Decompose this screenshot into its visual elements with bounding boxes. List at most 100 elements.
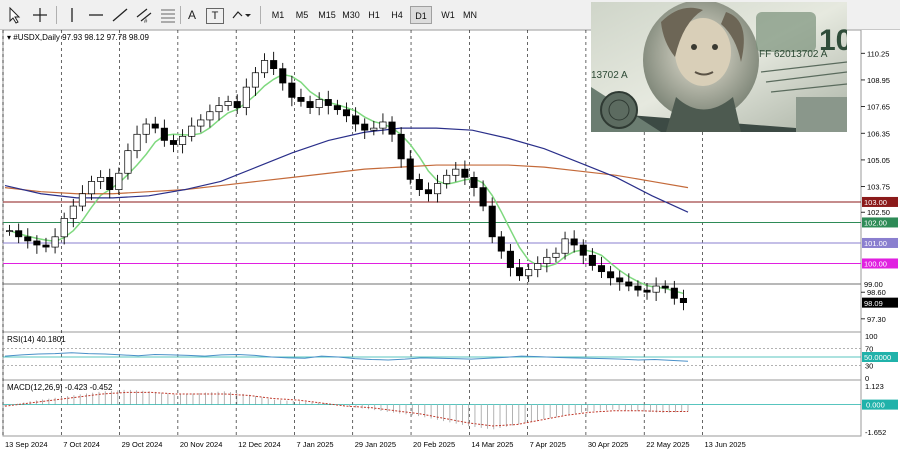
toolbar-separator	[180, 6, 181, 24]
time-axis-label: 20 Feb 2025	[413, 440, 455, 449]
timeframe-h1-button[interactable]: H1	[363, 6, 385, 24]
fibonacci-icon[interactable]	[158, 5, 178, 25]
candle-body	[342, 109, 351, 117]
candle-body	[60, 218, 68, 238]
macd-axis-label: 0.000	[866, 401, 885, 410]
candle-body	[288, 82, 296, 98]
time-axis-label: 14 Mar 2025	[471, 440, 513, 449]
candle-body	[552, 252, 560, 258]
candle-body	[315, 99, 323, 108]
serial-number-text-2: 13702 A	[591, 70, 628, 81]
candle-body	[461, 168, 469, 178]
candle-body	[406, 158, 414, 180]
macd-axis-label: 1.123	[865, 382, 884, 391]
candle-body	[33, 240, 41, 246]
rsi-label: RSI(14) 40.1801	[7, 335, 66, 344]
candle-body	[388, 121, 396, 135]
level-price-label: 100.00	[864, 260, 887, 269]
candle-body	[452, 168, 460, 176]
level-price-label: 101.00	[864, 239, 887, 248]
candle-body	[597, 265, 606, 273]
macd-axis-label: -1.652	[865, 428, 886, 437]
candle-body	[588, 254, 596, 266]
text-tool-icon[interactable]: A	[184, 5, 200, 25]
candle-body	[434, 183, 442, 195]
candle-body	[570, 238, 578, 246]
timeframe-w1-button[interactable]: W1	[436, 6, 460, 24]
candle-body	[579, 244, 587, 256]
symbol-ohlc: 97.93 98.12 97.78 98.09	[62, 33, 149, 42]
candle-body	[661, 285, 669, 289]
candle-body	[352, 115, 360, 125]
timeframe-mn-button[interactable]: MN	[458, 6, 482, 24]
candle-body	[97, 176, 105, 182]
candle-body	[261, 60, 269, 74]
candle-body	[124, 150, 132, 174]
crosshair-icon[interactable]	[30, 5, 50, 25]
level-price-label: 102.00	[864, 219, 887, 228]
price-axis-label: 102.50	[867, 208, 890, 217]
rsi-axis-label: 30	[865, 361, 873, 370]
equidistant-channel-icon[interactable]: #	[134, 5, 154, 25]
candle-body	[142, 123, 150, 135]
serial-number-text: FF 62013702 A	[759, 49, 828, 60]
candle-body	[78, 193, 86, 207]
cursor-icon[interactable]	[4, 5, 24, 25]
time-axis-label: 29 Oct 2024	[122, 440, 163, 449]
time-axis-label: 13 Jun 2025	[704, 440, 745, 449]
time-axis-label: 7 Jan 2025	[296, 440, 333, 449]
toolbar-separator	[56, 6, 57, 24]
vertical-line-icon[interactable]	[62, 5, 82, 25]
candle-body	[515, 267, 524, 277]
time-axis-label: 20 Nov 2024	[180, 440, 223, 449]
timeframe-m5-button[interactable]: M5	[290, 6, 314, 24]
price-axis-label: 107.65	[867, 103, 890, 112]
timeframe-m15-button[interactable]: M15	[313, 6, 341, 24]
candle-body	[625, 281, 633, 287]
candle-body	[534, 263, 542, 270]
timeframe-m1-button[interactable]: M1	[266, 6, 290, 24]
symbol-header: ▾ #USDX,Daily 97.93 98.12 97.78 98.09	[7, 33, 149, 42]
toolbar-separator	[260, 6, 261, 24]
candle-body	[397, 133, 405, 160]
candle-body	[270, 60, 278, 70]
candle-body	[634, 285, 642, 291]
price-axis-label: 97.30	[867, 315, 886, 324]
text-label-icon[interactable]: T	[206, 8, 224, 24]
candle-body	[106, 176, 114, 191]
candle-body	[69, 205, 77, 219]
time-axis-label: 29 Jan 2025	[355, 440, 396, 449]
candle-body	[607, 271, 615, 279]
svg-text:#: #	[144, 19, 148, 25]
candle-body	[6, 230, 14, 233]
candle-body	[415, 179, 423, 191]
candle-body	[616, 277, 624, 283]
candle-body	[324, 99, 332, 106]
candle-body	[361, 123, 369, 131]
time-axis: 13 Sep 2024 7 Oct 2024 29 Oct 2024 20 Nov 2…	[5, 440, 746, 449]
timeframe-d1-button[interactable]: D1	[410, 6, 432, 24]
candle-body	[24, 236, 32, 242]
candle-body	[488, 205, 496, 238]
candle-body	[561, 238, 569, 254]
candle-body	[242, 86, 250, 108]
candle-body	[160, 127, 168, 141]
symbol-name: #USDX,Daily	[13, 33, 60, 42]
candle-body	[179, 135, 187, 145]
level-price-label: 98.09	[864, 299, 883, 308]
time-axis-label: 12 Dec 2024	[238, 440, 281, 449]
timeframe-m30-button[interactable]: M30	[338, 6, 364, 24]
candle-body	[497, 236, 505, 252]
rsi-axis-label: 100	[865, 332, 878, 341]
candle-body	[643, 289, 651, 293]
trendline-icon[interactable]	[110, 5, 130, 25]
candle-body	[206, 111, 214, 121]
shapes-dropdown-icon[interactable]	[230, 5, 254, 25]
timeframe-h4-button[interactable]: H4	[386, 6, 408, 24]
price-axis-label: 106.35	[867, 129, 890, 138]
candle-body	[333, 105, 341, 111]
candle-body	[525, 269, 533, 277]
candle-body	[169, 140, 178, 145]
horizontal-line-icon[interactable]	[86, 5, 106, 25]
candle-body	[251, 72, 259, 88]
